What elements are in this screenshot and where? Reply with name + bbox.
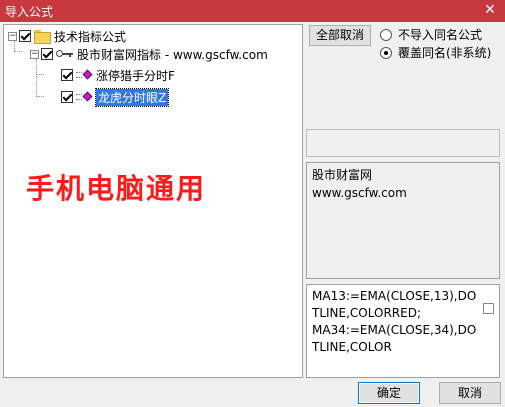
cancel-all-button[interactable]: 全部取消 xyxy=(309,25,371,46)
watermark-text: 手机电脑通用 xyxy=(26,172,207,205)
radio-label: 不导入同名公式 xyxy=(398,28,483,42)
folder-icon xyxy=(34,30,51,44)
description-field[interactable] xyxy=(306,129,500,157)
tree-node-label: 股市财富网指标 - www.gscfw.com xyxy=(77,47,268,62)
source-name: 股市财富网 xyxy=(312,168,373,182)
radio-no-import[interactable]: 不导入同名公式 xyxy=(380,26,482,43)
tree-connector xyxy=(36,59,37,97)
tree-connector xyxy=(14,51,22,52)
tree-connector xyxy=(36,74,44,75)
code-checkbox[interactable] xyxy=(483,303,494,314)
tree-node-group[interactable]: − 股市财富网指标 - www.gscfw.com xyxy=(30,46,268,62)
radio-button[interactable] xyxy=(380,28,392,41)
collapse-icon[interactable]: − xyxy=(30,49,39,59)
tree-item-label: 涨停猎手分时F xyxy=(96,68,175,83)
tree-connector xyxy=(36,96,44,97)
formula-icon xyxy=(76,69,94,81)
cancel-button[interactable]: 取消 xyxy=(439,382,501,404)
tree-item-label-selected: 龙虎分时眼Z xyxy=(94,87,170,107)
formula-checkbox[interactable] xyxy=(61,69,73,81)
collapse-icon[interactable]: − xyxy=(8,31,17,41)
group-checkbox[interactable] xyxy=(41,48,53,60)
formula-tree[interactable]: − 技术指标公式 − 股市财富网指标 - www.gscfw.com 涨停猎手分… xyxy=(3,24,303,378)
formula-checkbox[interactable] xyxy=(61,91,73,103)
title-bar: 导入公式 ✕ xyxy=(0,0,505,22)
close-icon[interactable]: ✕ xyxy=(481,1,499,19)
radio-overwrite[interactable]: 覆盖同名(非系统) xyxy=(380,44,491,61)
formula-icon xyxy=(76,91,94,103)
ok-button[interactable]: 确定 xyxy=(358,382,420,404)
radio-button-selected[interactable] xyxy=(380,46,392,59)
key-icon xyxy=(56,48,74,60)
tree-item-formula[interactable]: 涨停猎手分时F xyxy=(61,67,175,83)
formula-code-preview[interactable]: MA13:=EMA(CLOSE,13),DOTLINE,COLORRED; MA… xyxy=(306,284,500,378)
tree-node-root[interactable]: − 技术指标公式 xyxy=(8,28,126,44)
tree-node-label: 技术指标公式 xyxy=(54,29,127,44)
source-url: www.gscfw.com xyxy=(312,186,407,200)
radio-label: 覆盖同名(非系统) xyxy=(398,46,492,60)
window-title: 导入公式 xyxy=(5,5,54,19)
source-info-box: 股市财富网 www.gscfw.com xyxy=(306,162,500,279)
formula-code-text: MA13:=EMA(CLOSE,13),DOTLINE,COLORRED; MA… xyxy=(312,289,477,354)
tree-item-formula[interactable]: 龙虎分时眼Z xyxy=(61,87,170,107)
root-checkbox[interactable] xyxy=(19,30,31,42)
